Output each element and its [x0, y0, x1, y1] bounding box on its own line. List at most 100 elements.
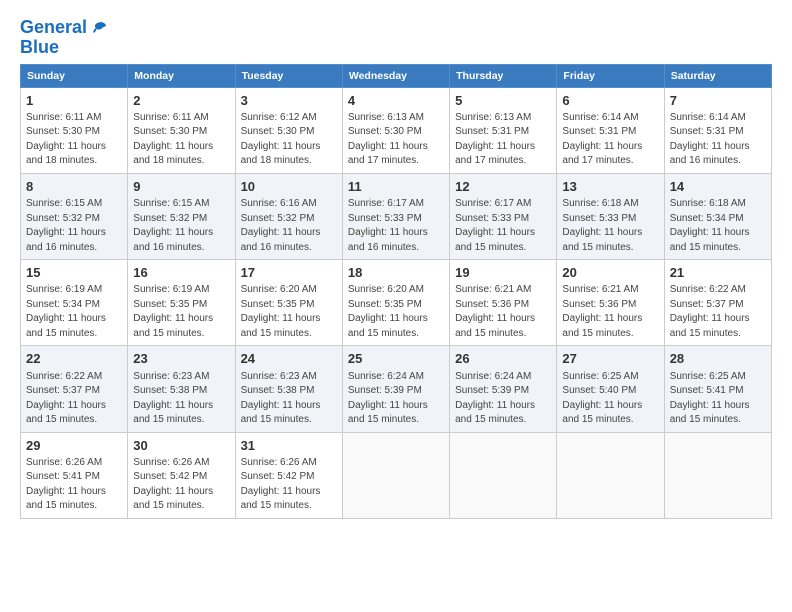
day-info: Sunrise: 6:14 AM Sunset: 5:31 PM Dayligh…: [562, 111, 658, 169]
calendar-cell: 17Sunrise: 6:20 AM Sunset: 5:35 PM Dayli…: [235, 260, 342, 346]
calendar-cell: 14Sunrise: 6:18 AM Sunset: 5:34 PM Dayli…: [664, 173, 771, 259]
calendar-cell: [664, 432, 771, 518]
day-number: 30: [133, 437, 229, 455]
calendar-cell: 26 Sunrise: 6:24 AM Sunset: 5:39 PM Dayli…: [450, 346, 557, 432]
day-info: Sunrise: 6:26 AM Sunset: 5:42 PM Dayligh…: [241, 456, 337, 514]
day-info: Sunrise: 6:25 AM Sunset: 5:41 PM Dayligh…: [670, 370, 766, 428]
day-number: 26: [455, 350, 551, 368]
calendar-cell: 18Sunrise: 6:20 AM Sunset: 5:35 PM Dayli…: [342, 260, 449, 346]
calendar-cell: 30Sunrise: 6:26 AM Sunset: 5:42 PM Dayli…: [128, 432, 235, 518]
calendar-cell: 16Sunrise: 6:19 AM Sunset: 5:35 PM Dayli…: [128, 260, 235, 346]
calendar-table: SundayMondayTuesdayWednesdayThursdayFrid…: [20, 64, 772, 519]
weekday-header-saturday: Saturday: [664, 64, 771, 87]
day-info: Sunrise: 6:17 AM Sunset: 5:33 PM Dayligh…: [455, 197, 551, 255]
calendar-cell: 10Sunrise: 6:16 AM Sunset: 5:32 PM Dayli…: [235, 173, 342, 259]
day-info: Sunrise: 6:12 AM Sunset: 5:30 PM Dayligh…: [241, 111, 337, 169]
weekday-header-thursday: Thursday: [450, 64, 557, 87]
logo-bird-icon: [89, 18, 109, 38]
weekday-header-tuesday: Tuesday: [235, 64, 342, 87]
calendar-week-row: 15Sunrise: 6:19 AM Sunset: 5:34 PM Dayli…: [21, 260, 772, 346]
day-number: 28: [670, 350, 766, 368]
day-number: 12: [455, 178, 551, 196]
calendar-cell: 20Sunrise: 6:21 AM Sunset: 5:36 PM Dayli…: [557, 260, 664, 346]
logo-text: General: [20, 18, 87, 38]
day-info: Sunrise: 6:21 AM Sunset: 5:36 PM Dayligh…: [562, 283, 658, 341]
calendar-cell: 1Sunrise: 6:11 AM Sunset: 5:30 PM Daylig…: [21, 87, 128, 173]
calendar-header-row: SundayMondayTuesdayWednesdayThursdayFrid…: [21, 64, 772, 87]
day-number: 2: [133, 92, 229, 110]
day-number: 16: [133, 264, 229, 282]
day-number: 8: [26, 178, 122, 196]
day-info: Sunrise: 6:15 AM Sunset: 5:32 PM Dayligh…: [26, 197, 122, 255]
calendar-cell: 13Sunrise: 6:18 AM Sunset: 5:33 PM Dayli…: [557, 173, 664, 259]
day-number: 17: [241, 264, 337, 282]
calendar-cell: [557, 432, 664, 518]
day-info: Sunrise: 6:23 AM Sunset: 5:38 PM Dayligh…: [133, 370, 229, 428]
calendar-cell: [342, 432, 449, 518]
calendar-cell: 11Sunrise: 6:17 AM Sunset: 5:33 PM Dayli…: [342, 173, 449, 259]
calendar-cell: 8Sunrise: 6:15 AM Sunset: 5:32 PM Daylig…: [21, 173, 128, 259]
day-number: 18: [348, 264, 444, 282]
calendar-cell: 3Sunrise: 6:12 AM Sunset: 5:30 PM Daylig…: [235, 87, 342, 173]
day-info: Sunrise: 6:21 AM Sunset: 5:36 PM Dayligh…: [455, 283, 551, 341]
day-number: 25: [348, 350, 444, 368]
calendar-cell: 15Sunrise: 6:19 AM Sunset: 5:34 PM Dayli…: [21, 260, 128, 346]
day-number: 19: [455, 264, 551, 282]
day-info: Sunrise: 6:20 AM Sunset: 5:35 PM Dayligh…: [348, 283, 444, 341]
calendar-cell: 6Sunrise: 6:14 AM Sunset: 5:31 PM Daylig…: [557, 87, 664, 173]
calendar-week-row: 1 Sunrise: 6:11 AM Sunset: 5:30 PM Daylig…: [21, 87, 772, 173]
calendar-cell: [450, 432, 557, 518]
calendar-cell: 23Sunrise: 6:23 AM Sunset: 5:38 PM Dayli…: [128, 346, 235, 432]
day-number: 21: [670, 264, 766, 282]
day-info: Sunrise: 6:23 AM Sunset: 5:38 PM Dayligh…: [241, 370, 337, 428]
day-info: Sunrise: 6:19 AM Sunset: 5:35 PM Dayligh…: [133, 283, 229, 341]
day-info: Sunrise: 6:11 AM Sunset: 5:30 PM Dayligh…: [133, 111, 229, 169]
calendar-cell: 31Sunrise: 6:26 AM Sunset: 5:42 PM Dayli…: [235, 432, 342, 518]
calendar-cell: 24 Sunrise: 6:23 AM Sunset: 5:38 PM Dayli…: [235, 346, 342, 432]
calendar-cell: 22Sunrise: 6:22 AM Sunset: 5:37 PM Dayli…: [21, 346, 128, 432]
calendar-cell: 28 Sunrise: 6:25 AM Sunset: 5:41 PM Dayli…: [664, 346, 771, 432]
day-info: Sunrise: 6:13 AM Sunset: 5:31 PM Dayligh…: [455, 111, 551, 169]
day-number: 1: [26, 92, 122, 110]
weekday-header-friday: Friday: [557, 64, 664, 87]
day-info: Sunrise: 6:22 AM Sunset: 5:37 PM Dayligh…: [670, 283, 766, 341]
day-info: Sunrise: 6:14 AM Sunset: 5:31 PM Dayligh…: [670, 111, 766, 169]
day-number: 13: [562, 178, 658, 196]
calendar-cell: 25Sunrise: 6:24 AM Sunset: 5:39 PM Dayli…: [342, 346, 449, 432]
day-number: 20: [562, 264, 658, 282]
day-info: Sunrise: 6:16 AM Sunset: 5:32 PM Dayligh…: [241, 197, 337, 255]
calendar-cell: 21Sunrise: 6:22 AM Sunset: 5:37 PM Dayli…: [664, 260, 771, 346]
day-number: 6: [562, 92, 658, 110]
day-number: 4: [348, 92, 444, 110]
day-info: Sunrise: 6:19 AM Sunset: 5:34 PM Dayligh…: [26, 283, 122, 341]
logo-text-blue: Blue: [20, 38, 109, 58]
day-number: 24: [241, 350, 337, 368]
page-container: General Blue SundayMondayTuesday: [0, 0, 792, 529]
day-number: 15: [26, 264, 122, 282]
calendar-cell: 7Sunrise: 6:14 AM Sunset: 5:31 PM Daylig…: [664, 87, 771, 173]
day-number: 31: [241, 437, 337, 455]
calendar-week-row: 22Sunrise: 6:22 AM Sunset: 5:37 PM Dayli…: [21, 346, 772, 432]
day-number: 5: [455, 92, 551, 110]
calendar-cell: 27 Sunrise: 6:25 AM Sunset: 5:40 PM Dayli…: [557, 346, 664, 432]
day-number: 14: [670, 178, 766, 196]
day-info: Sunrise: 6:26 AM Sunset: 5:41 PM Dayligh…: [26, 456, 122, 514]
day-info: Sunrise: 6:18 AM Sunset: 5:34 PM Dayligh…: [670, 197, 766, 255]
header: General Blue: [20, 18, 772, 58]
calendar-cell: 19Sunrise: 6:21 AM Sunset: 5:36 PM Dayli…: [450, 260, 557, 346]
calendar-cell: 4Sunrise: 6:13 AM Sunset: 5:30 PM Daylig…: [342, 87, 449, 173]
day-number: 29: [26, 437, 122, 455]
day-number: 10: [241, 178, 337, 196]
day-info: Sunrise: 6:25 AM Sunset: 5:40 PM Dayligh…: [562, 370, 658, 428]
day-number: 9: [133, 178, 229, 196]
weekday-header-sunday: Sunday: [21, 64, 128, 87]
day-number: 22: [26, 350, 122, 368]
weekday-header-wednesday: Wednesday: [342, 64, 449, 87]
day-info: Sunrise: 6:24 AM Sunset: 5:39 PM Dayligh…: [455, 370, 551, 428]
day-number: 7: [670, 92, 766, 110]
day-info: Sunrise: 6:18 AM Sunset: 5:33 PM Dayligh…: [562, 197, 658, 255]
day-info: Sunrise: 6:17 AM Sunset: 5:33 PM Dayligh…: [348, 197, 444, 255]
weekday-header-monday: Monday: [128, 64, 235, 87]
day-number: 27: [562, 350, 658, 368]
day-info: Sunrise: 6:26 AM Sunset: 5:42 PM Dayligh…: [133, 456, 229, 514]
